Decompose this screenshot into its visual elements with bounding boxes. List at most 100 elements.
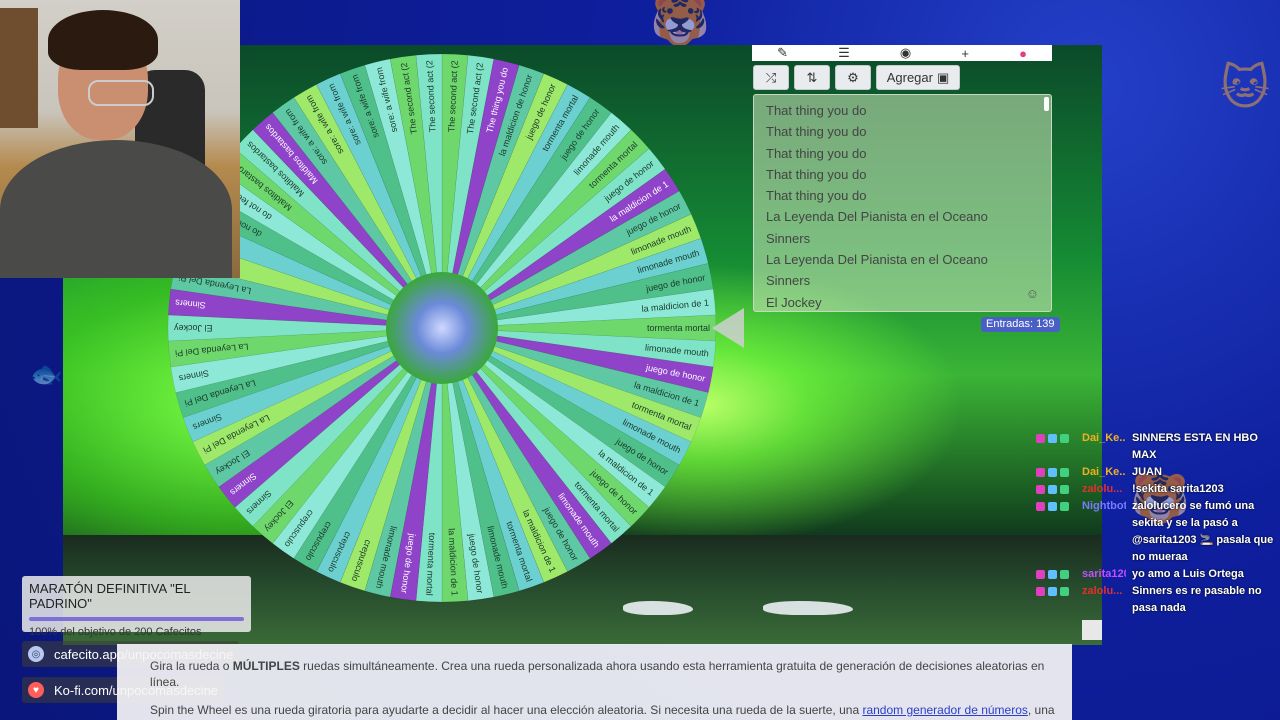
chat-badges [1036, 430, 1082, 464]
chat-username[interactable]: sarita1203 [1082, 566, 1126, 583]
settings-button[interactable]: ⚙ [835, 65, 871, 90]
cat-pattern-icon: 🐱 [1220, 60, 1271, 116]
entries-textarea[interactable]: That thing you do That thing you do That… [753, 94, 1052, 312]
badge-icon [1036, 468, 1045, 477]
image-icon: ▣ [936, 69, 950, 85]
chat-text: SINNERS ESTA EN HBO MAX [1132, 432, 1258, 461]
entries-count-badge: Entradas: 139 [981, 317, 1060, 332]
color-wheel-icon[interactable]: ● [1019, 46, 1027, 61]
bookshelf [0, 8, 38, 128]
entry-item[interactable]: That thing you do [766, 100, 1051, 121]
chat-message: Nightbot zalolucero se fumó una sekita y … [1036, 498, 1280, 566]
add-image-button[interactable]: Agregar ▣ [876, 65, 960, 90]
badge-icon [1048, 434, 1057, 443]
chat-username[interactable]: zalolu... [1082, 481, 1126, 498]
add-label: Agregar [886, 70, 933, 85]
entry-item[interactable]: That thing you do [766, 185, 1051, 206]
donation-goal-widget: MARATÓN DEFINITIVA "EL PADRINO" 100% del… [22, 576, 251, 638]
wheel-slice-label: El Jockey [174, 323, 213, 333]
entry-item[interactable]: El Jockey [766, 292, 1051, 311]
chat-badges [1036, 566, 1082, 583]
badge-icon [1060, 587, 1069, 596]
entry-item[interactable]: La Leyenda Del Pianista en el Oceano [766, 206, 1051, 227]
shuffle-button[interactable]: ⤮ [753, 65, 789, 90]
chat-badges [1036, 481, 1082, 498]
sort-button[interactable]: ⇅ [794, 65, 830, 90]
shuffle-icon: ⤮ [765, 69, 777, 85]
cafecito-icon: ◎ [28, 646, 44, 662]
list-icon[interactable]: ☰ [838, 45, 850, 61]
description-line-1: Gira la rueda o MÚLTIPLES ruedas simultá… [150, 659, 1045, 689]
goal-title: MARATÓN DEFINITIVA "EL PADRINO" [29, 581, 191, 611]
badge-icon [1036, 502, 1045, 511]
streamer-glasses [88, 80, 154, 106]
badge-icon [1048, 587, 1057, 596]
entry-item[interactable]: La Leyenda Del Pianista en el Oceano [766, 249, 1051, 270]
kofi-icon: ♥ [28, 682, 44, 698]
goal-progress-bar [29, 617, 244, 621]
entry-item[interactable]: Sinners [766, 228, 1051, 249]
chat-text: zalolucero se fumó una sekita y se la pa… [1132, 500, 1274, 563]
chat-text: yo amo a Luis Ortega [1132, 568, 1244, 580]
spin-wheel[interactable]: The second act (2 The second act (2 The th… [166, 52, 718, 604]
chat-username[interactable]: Dai_Ke... [1082, 430, 1126, 464]
webcam-overlay [0, 0, 240, 278]
snow-patch [763, 601, 853, 615]
chat-message: zalolu... Sinners es re pasable no pasa n… [1036, 583, 1280, 617]
chat-username[interactable]: zalolu... [1082, 583, 1126, 617]
top-tabs: ✎ ☰ ◉ + ● [752, 45, 1052, 61]
badge-icon [1048, 468, 1057, 477]
badge-icon [1048, 570, 1057, 579]
entries-toolbar: ⤮ ⇅ ⚙ Agregar ▣ [753, 65, 960, 90]
emoji-icon[interactable]: ☺ [1026, 286, 1039, 301]
chat-text: Sinners es re pasable no pasa nada [1132, 585, 1262, 614]
badge-icon [1036, 570, 1045, 579]
scroll-button[interactable] [1082, 620, 1102, 640]
badge-icon [1060, 570, 1069, 579]
badge-icon [1036, 587, 1045, 596]
entry-item[interactable]: Sinners [766, 270, 1051, 291]
entries-scrollbar[interactable] [1044, 97, 1049, 111]
chat-badges [1036, 498, 1082, 566]
chat-message: Dai_Ke... JUAN [1036, 464, 1280, 481]
badge-icon [1060, 468, 1069, 477]
entries-list: That thing you do That thing you do That… [754, 95, 1051, 311]
wheel-center-image[interactable] [386, 272, 498, 384]
pencil-icon[interactable]: ✎ [777, 45, 788, 61]
chat-message: zalolu... !sekita sarita1203 [1036, 481, 1280, 498]
streamer-hair [48, 10, 158, 70]
random-number-generator-link[interactable]: random generador de números [862, 703, 1027, 717]
chat-badges [1036, 464, 1082, 481]
wheel-slice-label: tormenta mortal [647, 323, 710, 333]
badge-icon [1060, 485, 1069, 494]
description-line-2: Spin the Wheel es una rueda giratoria pa… [150, 703, 1055, 717]
badge-icon [1036, 485, 1045, 494]
badge-icon [1060, 434, 1069, 443]
chat-text: !sekita sarita1203 [1132, 483, 1224, 495]
chat-username[interactable]: Dai_Ke... [1082, 464, 1126, 481]
chat-text: JUAN [1132, 466, 1162, 478]
badge-icon [1048, 485, 1057, 494]
fish-pattern-icon: 🐟 [30, 360, 63, 390]
streamer-shirt [0, 140, 232, 278]
badge-icon [1048, 502, 1057, 511]
chat-badges [1036, 583, 1082, 617]
chat-username[interactable]: Nightbot [1082, 498, 1126, 566]
page-description: Gira la rueda o MÚLTIPLES ruedas simultá… [117, 644, 1072, 720]
entry-item[interactable]: That thing you do [766, 121, 1051, 142]
chat-message: sarita1203 yo amo a Luis Ortega [1036, 566, 1280, 583]
entry-item[interactable]: That thing you do [766, 164, 1051, 185]
badge-icon [1060, 502, 1069, 511]
wheel-pointer [712, 308, 744, 348]
wheel-svg[interactable]: The second act (2 The second act (2 The th… [166, 52, 718, 604]
goal-subtitle: 100% del objetivo de 200 Cafecitos [29, 626, 202, 638]
entry-item[interactable]: That thing you do [766, 143, 1051, 164]
sort-icon: ⇅ [806, 69, 818, 85]
plus-icon[interactable]: + [961, 46, 969, 61]
gear-icon: ⚙ [847, 69, 859, 85]
cat-pattern-icon: 🐯 [650, 0, 710, 49]
badge-icon [1036, 434, 1045, 443]
chat-message: Dai_Ke... SINNERS ESTA EN HBO MAX [1036, 430, 1280, 464]
chat-overlay: Dai_Ke... SINNERS ESTA EN HBO MAX Dai_Ke..… [1036, 430, 1280, 617]
eye-off-icon[interactable]: ◉ [900, 45, 911, 61]
